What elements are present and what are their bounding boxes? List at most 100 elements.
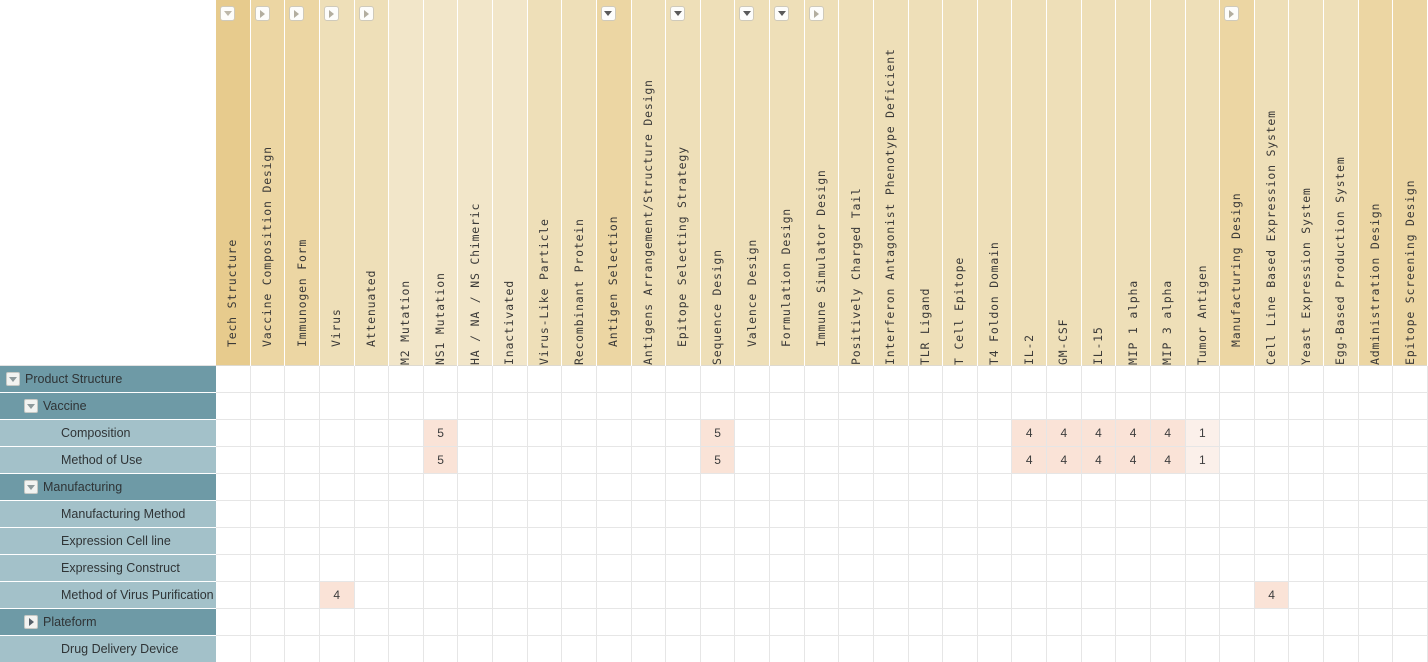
column-header[interactable]: Epitope Screening Design [1393, 0, 1427, 366]
column-expand-toggle[interactable] [289, 6, 305, 21]
column-header[interactable]: T4 Foldon Domain [977, 0, 1012, 366]
column-expand-toggle[interactable] [323, 6, 339, 21]
row-label[interactable]: Method of Virus Purification [0, 582, 216, 609]
column-collapse-toggle[interactable] [774, 6, 789, 21]
matrix-cell-value[interactable]: 5 [423, 447, 459, 473]
matrix-cell-value[interactable]: 4 [1150, 447, 1186, 473]
column-expand-toggle[interactable] [358, 6, 374, 21]
column-expand-toggle[interactable] [1224, 6, 1240, 21]
column-header[interactable]: HA / NA / NS Chimeric [458, 0, 492, 366]
matrix-cell-value[interactable]: 4 [1116, 420, 1151, 446]
column-header[interactable]: Manufacturing Design [1220, 0, 1254, 366]
matrix-cell-empty [770, 636, 805, 662]
matrix-cell-empty [493, 636, 528, 662]
matrix-cell-empty [1324, 420, 1359, 446]
column-collapse-toggle[interactable] [220, 6, 235, 21]
table-row [216, 474, 1428, 501]
column-header[interactable]: TLR Ligand [908, 0, 943, 366]
matrix-cell-value[interactable]: 4 [1012, 420, 1047, 446]
matrix-cell-empty [1220, 636, 1255, 662]
matrix-cell-value[interactable]: 4 [1081, 447, 1117, 473]
row-label[interactable]: Expression Cell line [0, 528, 216, 555]
column-header[interactable]: T Cell Epitope [943, 0, 977, 366]
column-header[interactable]: Tumor Antigen [1185, 0, 1220, 366]
column-header[interactable]: Cell Line Based Expression System [1254, 0, 1289, 366]
row-label-text: Vaccine [43, 399, 87, 413]
matrix-cell-empty [1254, 420, 1290, 446]
matrix-cell-empty [250, 393, 286, 419]
column-header[interactable]: MIP 1 alpha [1116, 0, 1150, 366]
column-expand-toggle[interactable] [254, 6, 270, 21]
column-header[interactable]: Immune Simulator Design [804, 0, 839, 366]
matrix-cell-empty [1150, 366, 1186, 392]
matrix-cell-empty [423, 474, 459, 500]
matrix-cell-value[interactable]: 5 [423, 420, 459, 446]
matrix-cell-empty [1393, 393, 1428, 419]
matrix-cell-value[interactable]: 4 [1012, 447, 1047, 473]
matrix-cell-value[interactable]: 5 [700, 447, 736, 473]
column-header[interactable]: Formulation Design [770, 0, 804, 366]
matrix-cell-value[interactable]: 4 [1150, 420, 1186, 446]
column-collapse-toggle[interactable] [670, 6, 686, 21]
column-header[interactable]: Tech Structure [216, 0, 250, 366]
matrix-cell-value[interactable]: 1 [1185, 447, 1221, 473]
row-label[interactable]: Method of Use [0, 447, 216, 474]
row-label[interactable]: Drug Delivery Device [0, 636, 216, 662]
column-header[interactable]: Valence Design [735, 0, 769, 366]
column-header[interactable]: Inactivated [493, 0, 527, 366]
matrix-cell-empty [1081, 609, 1117, 635]
matrix-cell-empty [1047, 366, 1082, 392]
matrix-cell-value[interactable]: 1 [1185, 420, 1221, 446]
chevron-right-icon [28, 618, 34, 626]
row-label[interactable]: Plateform [0, 609, 216, 636]
matrix-cell-value[interactable]: 4 [1081, 420, 1117, 446]
matrix-cell-empty [319, 528, 355, 554]
matrix-cell-value[interactable]: 5 [700, 420, 736, 446]
column-header[interactable]: Antigen Selection [596, 0, 631, 366]
row-collapse-toggle[interactable] [24, 480, 38, 494]
row-label[interactable]: Manufacturing Method [0, 501, 216, 528]
column-header[interactable]: Interferon Antagonist Phenotype Deficien… [873, 0, 908, 366]
column-header[interactable]: Immunogen Form [285, 0, 319, 366]
row-label[interactable]: Product Structure [0, 366, 216, 393]
column-header[interactable]: IL-2 [1012, 0, 1046, 366]
matrix-cell-empty [804, 636, 840, 662]
column-header[interactable]: Epitope Selecting Strategy [666, 0, 700, 366]
column-header[interactable]: Virus [319, 0, 354, 366]
matrix-cell-value[interactable]: 4 [319, 582, 355, 608]
column-header-label-wrap: Manufacturing Design [1220, 6, 1254, 365]
chevron-down-icon [223, 11, 232, 16]
column-header[interactable]: Positively Charged Tail [839, 0, 873, 366]
row-label[interactable]: Vaccine [0, 393, 216, 420]
row-collapse-toggle[interactable] [24, 399, 38, 413]
row-label[interactable]: Composition [0, 420, 216, 447]
column-header-label-wrap: GM-CSF [1047, 6, 1081, 365]
column-header[interactable]: MIP 3 alpha [1150, 0, 1185, 366]
row-expand-toggle[interactable] [24, 615, 38, 629]
matrix-cell-value[interactable]: 4 [1116, 447, 1151, 473]
column-header[interactable]: Yeast Expression System [1289, 0, 1323, 366]
column-collapse-toggle[interactable] [600, 6, 616, 21]
column-header[interactable]: Virus-Like Particle [527, 0, 562, 366]
row-label[interactable]: Manufacturing [0, 474, 216, 501]
column-collapse-toggle[interactable] [739, 6, 755, 21]
column-header[interactable]: Egg-Based Production System [1324, 0, 1358, 366]
matrix-cell-value[interactable]: 4 [1047, 420, 1082, 446]
row-label[interactable]: Expressing Construct [0, 555, 216, 582]
matrix-cell-value[interactable]: 4 [1254, 582, 1290, 608]
column-header[interactable]: M2 Mutation [389, 0, 423, 366]
matrix-cell-value[interactable]: 4 [1047, 447, 1082, 473]
matrix-cell-empty [1254, 555, 1290, 581]
column-header[interactable]: IL-15 [1081, 0, 1116, 366]
column-header[interactable]: Sequence Design [700, 0, 735, 366]
column-header[interactable]: Administration Design [1358, 0, 1393, 366]
column-header[interactable]: Vaccine Composition Design [250, 0, 285, 366]
column-header[interactable]: NS1 Mutation [423, 0, 458, 366]
column-header[interactable]: GM-CSF [1047, 0, 1081, 366]
column-expand-toggle[interactable] [808, 6, 824, 21]
column-header[interactable]: Attenuated [354, 0, 389, 366]
column-header[interactable]: Antigens Arrangement/Structure Design [631, 0, 666, 366]
column-header[interactable]: Recombinant Protein [562, 0, 596, 366]
row-collapse-toggle[interactable] [6, 372, 20, 386]
matrix-cell-empty [908, 555, 944, 581]
